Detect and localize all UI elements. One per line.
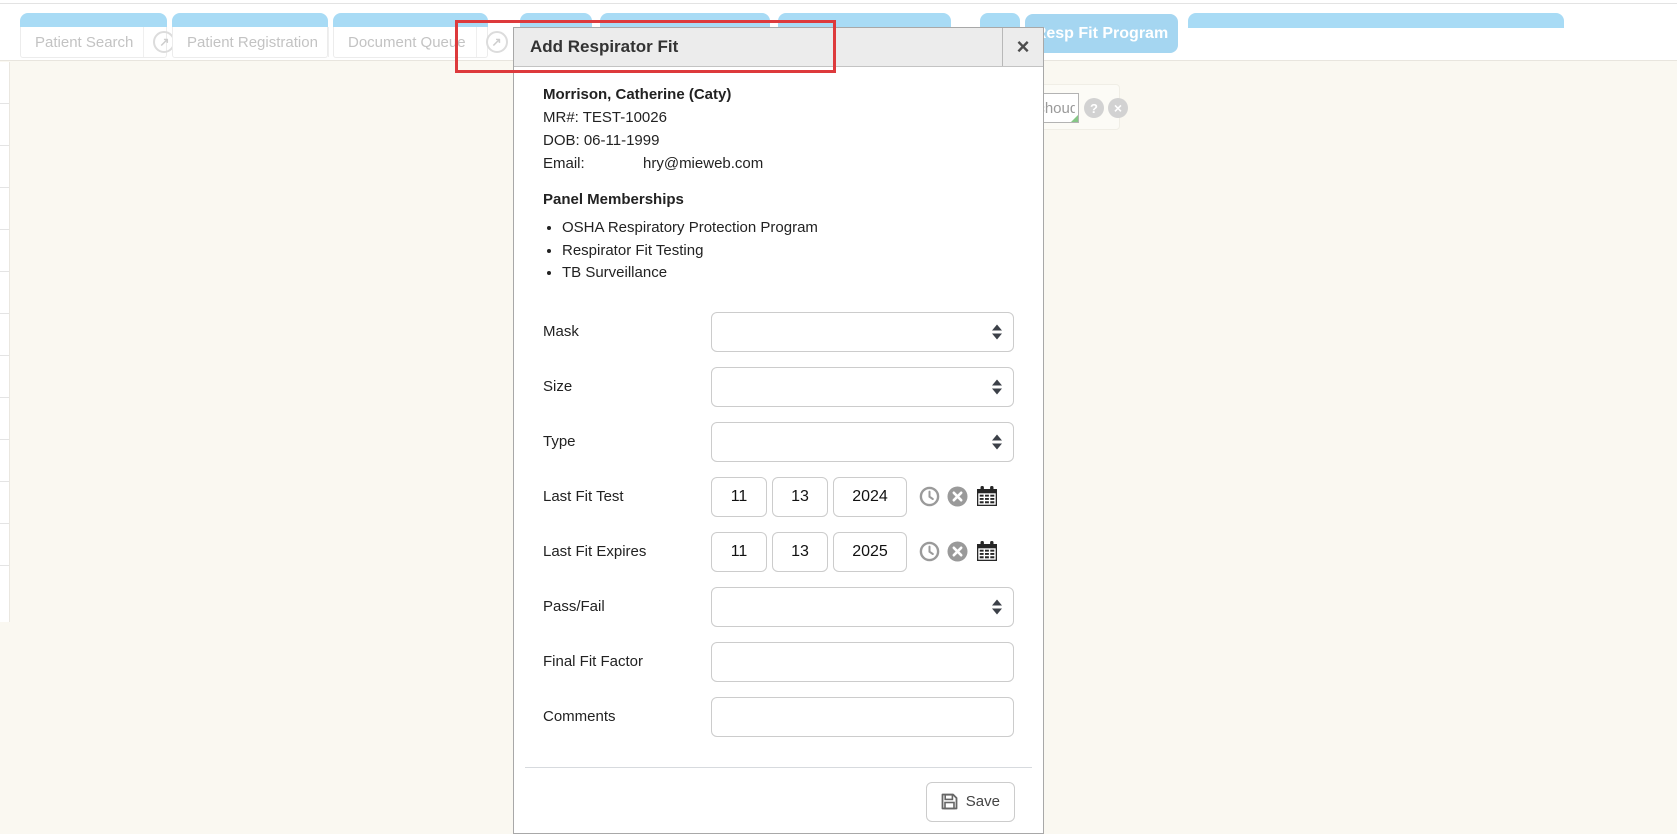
top-hairline [0, 3, 1677, 4]
patient-email-row: Email:hry@mieweb.com [543, 152, 1015, 175]
last-fit-test-day-input[interactable] [772, 477, 828, 517]
clock-icon[interactable] [919, 486, 940, 507]
tab-patient-registration[interactable]: Patient Registration ↗ [172, 13, 328, 58]
open-in-new-icon[interactable]: ↗ [486, 31, 508, 53]
email-label: Email: [543, 152, 643, 175]
panel-membership-item: Respirator Fit Testing [562, 240, 1015, 263]
clock-icon[interactable] [919, 541, 940, 562]
select-arrows-icon [992, 379, 1002, 394]
tab-label: Patient Registration [187, 34, 318, 51]
dialog-title: Add Respirator Fit [514, 37, 678, 57]
final-fit-factor-row: Final Fit Factor [543, 642, 1015, 682]
select-arrows-icon [992, 324, 1002, 339]
close-icon[interactable]: × [1002, 28, 1043, 66]
email-value: hry@mieweb.com [643, 155, 763, 172]
comments-row: Comments [543, 697, 1015, 737]
last-fit-expires-year-input[interactable] [833, 532, 907, 572]
tab-patient-search[interactable]: Patient Search ↗ [20, 13, 167, 58]
resize-handle-icon [1071, 115, 1078, 122]
comments-input[interactable] [711, 697, 1014, 737]
pass-fail-select[interactable] [711, 587, 1014, 627]
panel-membership-item: OSHA Respiratory Protection Program [562, 217, 1015, 240]
last-fit-test-year-input[interactable] [833, 477, 907, 517]
hidden-tab-top[interactable] [1188, 13, 1564, 28]
comments-label: Comments [543, 708, 711, 725]
dialog-header: Add Respirator Fit × [514, 28, 1043, 67]
last-fit-expires-day-input[interactable] [772, 532, 828, 572]
mask-select[interactable] [711, 312, 1014, 352]
clear-date-icon[interactable] [947, 541, 968, 562]
footer-divider [525, 767, 1032, 768]
save-button-label: Save [966, 793, 1000, 810]
tab-top-bar [20, 13, 167, 27]
final-fit-factor-input[interactable] [711, 642, 1014, 682]
hidden-tab-top[interactable] [778, 13, 951, 28]
panel-memberships-heading: Panel Memberships [543, 189, 1015, 211]
final-fit-factor-label: Final Fit Factor [543, 653, 711, 670]
add-respirator-fit-dialog: Add Respirator Fit × Morrison, Catherine… [513, 27, 1044, 834]
left-edge-strip [0, 62, 10, 622]
size-select[interactable] [711, 367, 1014, 407]
hidden-tab-top[interactable] [520, 13, 592, 28]
patient-dob: DOB: 06-11-1999 [543, 129, 1015, 152]
hidden-tab-top[interactable] [600, 13, 770, 28]
clear-date-icon[interactable] [947, 486, 968, 507]
last-fit-test-label: Last Fit Test [543, 488, 711, 505]
save-icon [941, 793, 958, 810]
pass-fail-label: Pass/Fail [543, 598, 711, 615]
patient-mr: MR#: TEST-10026 [543, 106, 1015, 129]
size-row: Size [543, 367, 1015, 407]
type-label: Type [543, 433, 711, 450]
mask-row: Mask [543, 312, 1015, 352]
calendar-icon[interactable] [975, 540, 999, 563]
select-arrows-icon [992, 599, 1002, 614]
pass-fail-row: Pass/Fail [543, 587, 1015, 627]
tab-document-queue[interactable]: Document Queue ↗ [333, 13, 488, 58]
hidden-tab-top[interactable] [980, 13, 1020, 28]
type-select[interactable] [711, 422, 1014, 462]
save-button[interactable]: Save [926, 782, 1015, 822]
mask-label: Mask [543, 323, 711, 340]
last-fit-expires-label: Last Fit Expires [543, 543, 711, 560]
help-icon[interactable]: ? [1084, 98, 1104, 118]
resp-fit-program-button[interactable]: Resp Fit Program [1025, 14, 1178, 53]
tab-top-bar [333, 13, 488, 27]
clear-icon[interactable]: × [1108, 98, 1128, 118]
last-fit-test-month-input[interactable] [711, 477, 767, 517]
type-row: Type [543, 422, 1015, 462]
last-fit-test-row: Last Fit Test [543, 477, 1015, 517]
panel-memberships-list: OSHA Respiratory Protection Program Resp… [562, 217, 1015, 285]
last-fit-expires-month-input[interactable] [711, 532, 767, 572]
size-label: Size [543, 378, 711, 395]
tab-label: Document Queue [348, 34, 466, 51]
calendar-icon[interactable] [975, 485, 999, 508]
panel-membership-item: TB Surveillance [562, 262, 1015, 285]
tab-label: Patient Search [35, 34, 133, 51]
last-fit-expires-row: Last Fit Expires [543, 532, 1015, 572]
patient-name: Morrison, Catherine (Caty) [543, 84, 1015, 106]
select-arrows-icon [992, 434, 1002, 449]
tab-top-bar [172, 13, 328, 27]
